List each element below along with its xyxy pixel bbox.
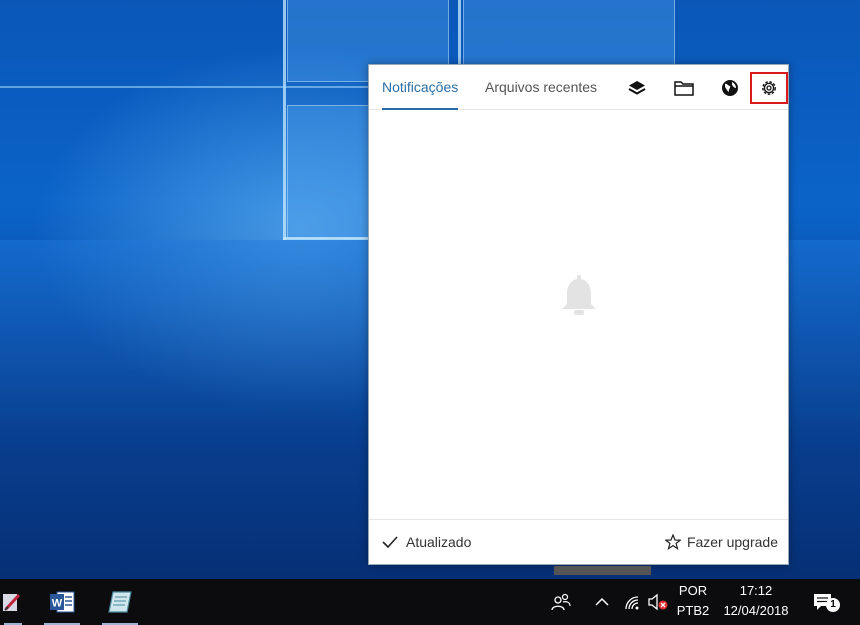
show-hidden-icons-button[interactable] xyxy=(592,579,612,625)
volume-button[interactable] xyxy=(646,579,670,625)
tab-notifications[interactable]: Notificações xyxy=(382,65,459,110)
notifications-flyout: Notificações Arquivos recentes Atualizad… xyxy=(368,64,789,565)
globe-icon xyxy=(722,80,738,96)
scrollbar-thumb[interactable] xyxy=(554,566,651,575)
globe-button[interactable] xyxy=(715,73,745,103)
checkmark-icon xyxy=(382,536,398,549)
upgrade-label: Fazer upgrade xyxy=(686,534,778,550)
network-button[interactable] xyxy=(620,579,644,625)
wallpaper-logo-pane xyxy=(463,0,675,72)
settings-gear-icon xyxy=(762,81,776,95)
input-language-indicator[interactable]: POR PTB2 xyxy=(670,581,716,621)
people-icon xyxy=(551,593,571,611)
settings-button[interactable] xyxy=(750,72,788,104)
volume-muted-icon xyxy=(648,593,668,611)
notepad-icon xyxy=(108,591,132,613)
tab-recent-files[interactable]: Arquivos recentes xyxy=(485,65,597,109)
svg-text:W: W xyxy=(52,598,63,610)
word-icon: W xyxy=(50,591,75,613)
layers-button[interactable] xyxy=(622,73,652,103)
pen-app-icon xyxy=(3,593,21,611)
layers-icon xyxy=(628,81,646,95)
panel-footer: Atualizado Fazer upgrade xyxy=(369,519,788,564)
clock[interactable]: 17:12 12/04/2018 xyxy=(718,581,794,621)
notification-count-badge: 1 xyxy=(826,598,840,612)
bell-icon xyxy=(561,275,596,315)
sync-status: Atualizado xyxy=(382,520,471,564)
taskbar: W POR PTB2 17:12 12/04/2018 xyxy=(0,579,860,625)
notifications-empty-area xyxy=(369,110,788,520)
wallpaper-beam xyxy=(0,86,370,88)
clock-time: 17:12 xyxy=(739,583,773,598)
wallpaper-beam xyxy=(283,237,373,240)
language-code: POR xyxy=(678,583,708,598)
folder-icon xyxy=(674,81,694,96)
wifi-icon xyxy=(625,596,639,610)
wallpaper-beam xyxy=(283,0,286,240)
clock-date: 12/04/2018 xyxy=(723,603,789,618)
panel-header: Notificações Arquivos recentes xyxy=(369,65,788,110)
folder-button[interactable] xyxy=(669,73,699,103)
chevron-up-icon xyxy=(595,597,609,606)
status-label: Atualizado xyxy=(406,534,472,550)
wallpaper-logo-pane xyxy=(287,105,369,239)
upgrade-button[interactable]: Fazer upgrade xyxy=(664,520,778,564)
wallpaper-beam xyxy=(458,0,461,66)
keyboard-layout: PTB2 xyxy=(676,603,710,618)
star-icon xyxy=(664,534,681,550)
taskbar-app-pen[interactable] xyxy=(0,579,26,625)
people-button[interactable] xyxy=(548,579,574,625)
taskbar-app-word[interactable]: W xyxy=(40,579,84,625)
taskbar-app-notepad[interactable] xyxy=(98,579,142,625)
